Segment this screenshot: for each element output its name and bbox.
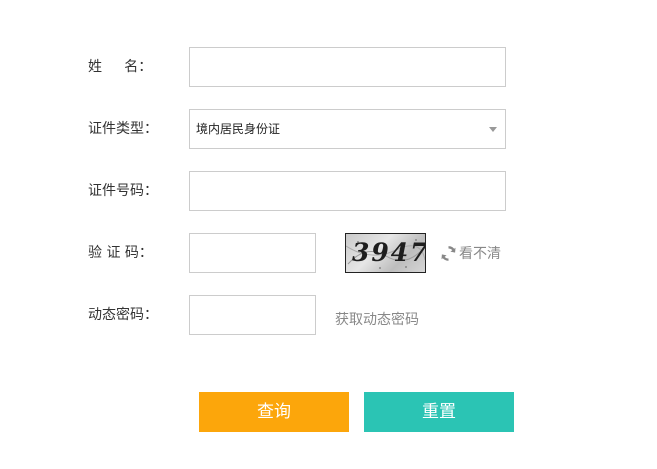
name-label: 姓 名： — [88, 59, 153, 75]
id-type-selected-value: 境内居民身份证 — [196, 122, 281, 136]
captcha-input[interactable] — [189, 233, 316, 273]
id-type-label: 证件类型： — [88, 121, 158, 137]
id-type-select[interactable]: 境内居民身份证 — [189, 109, 506, 149]
name-input[interactable] — [189, 47, 506, 87]
captcha-text: 3947 — [352, 238, 426, 267]
id-number-label: 证件号码： — [88, 183, 158, 199]
refresh-icon — [441, 245, 456, 261]
dynamic-code-input[interactable] — [189, 295, 316, 335]
chevron-down-icon — [489, 127, 497, 132]
captcha-label: 验 证 码： — [88, 245, 153, 261]
dynamic-code-label: 动态密码： — [88, 307, 158, 323]
refresh-captcha-label: 看不清 — [459, 246, 501, 262]
captcha-image[interactable]: 3947 — [345, 233, 426, 273]
reset-button[interactable]: 重置 — [364, 392, 514, 432]
refresh-captcha-button[interactable]: 看不清 — [440, 243, 501, 263]
id-number-input[interactable] — [189, 171, 506, 211]
get-dynamic-code-link[interactable]: 获取动态密码 — [335, 312, 419, 328]
query-button[interactable]: 查询 — [199, 392, 349, 432]
